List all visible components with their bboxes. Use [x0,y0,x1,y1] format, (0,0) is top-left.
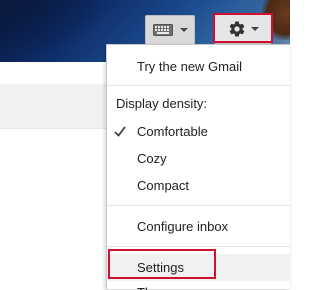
checkmark-icon [112,118,128,145]
menu-item-compact[interactable]: Compact [107,172,290,199]
keyboard-icon [152,24,173,36]
menu-separator [107,246,290,247]
settings-gear-button[interactable] [214,14,272,44]
density-option-label: Comfortable [137,124,208,139]
content-divider [0,128,106,129]
chevron-down-icon [250,27,259,31]
menu-item-settings[interactable]: Settings [107,254,290,281]
density-option-label: Compact [137,178,190,193]
gear-icon [229,21,244,37]
menu-item-try-new-gmail[interactable]: Try the new Gmail [107,53,290,80]
input-tools-button[interactable] [145,15,195,45]
density-option-label: Cozy [137,151,167,166]
menu-separator [107,85,290,86]
chevron-down-icon [179,28,188,32]
background-shading [0,0,110,60]
menu-item-cozy[interactable]: Cozy [107,145,290,172]
settings-dropdown-menu: Try the new Gmail Display density: Comfo… [106,44,290,290]
menu-separator [107,205,290,206]
menu-item-configure-inbox[interactable]: Configure inbox [107,213,290,240]
density-label: Display density: [116,96,208,111]
menu-item-comfortable[interactable]: Comfortable [107,118,290,145]
toolbar-strip [0,84,106,128]
